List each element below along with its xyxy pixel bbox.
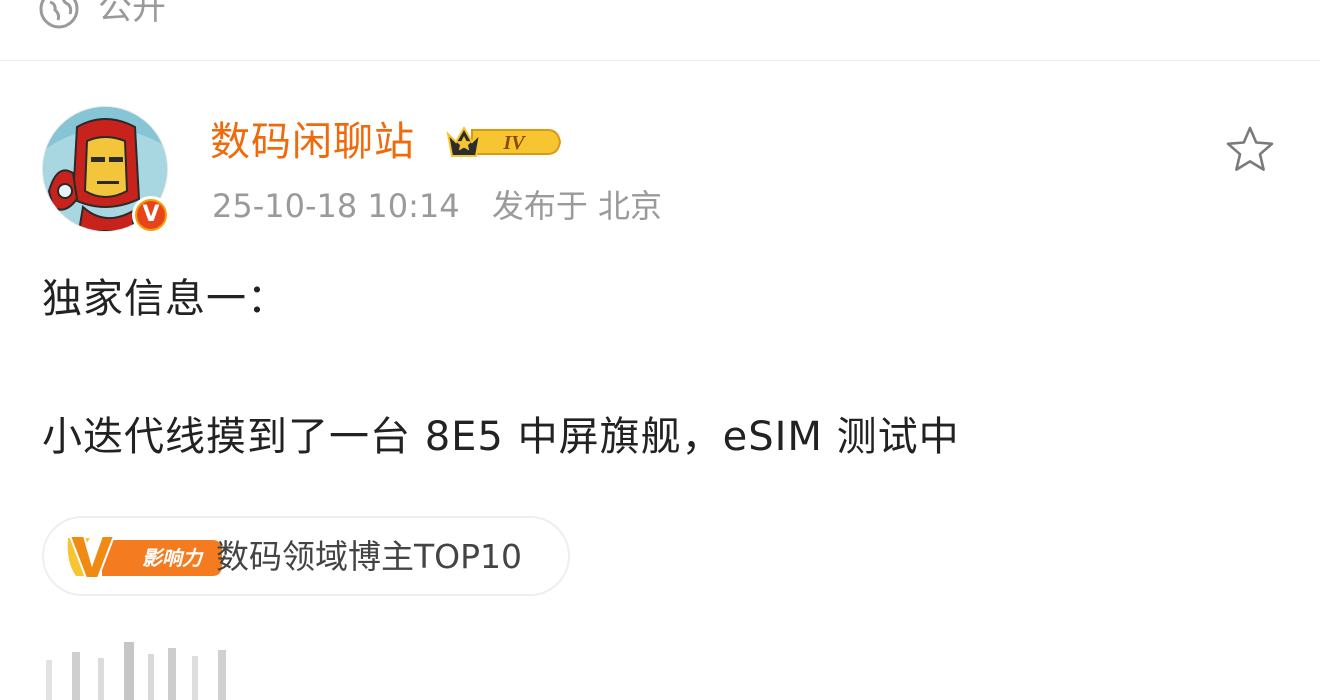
visibility-bar: 公开 bbox=[0, 0, 1320, 61]
author-name[interactable]: 数码闲聊站 bbox=[210, 116, 415, 168]
star-outline-icon[interactable] bbox=[1224, 124, 1276, 174]
influence-badge-text: 影响力 bbox=[142, 546, 204, 570]
influence-tag[interactable]: 影响力 数码领域博主TOP10 bbox=[42, 516, 570, 596]
post-location: 发布于 北京 bbox=[491, 187, 662, 225]
post-text-line-2: 小迭代线摸到了一台 8E5 中屏旗舰，eSIM 测试中 bbox=[42, 414, 960, 460]
crown-level-badge-icon[interactable]: IV bbox=[442, 120, 564, 164]
verified-mark: V bbox=[137, 201, 165, 229]
author-avatar[interactable]: V bbox=[42, 106, 170, 234]
verified-badge-icon: V bbox=[132, 196, 170, 234]
influence-label: 数码领域博主TOP10 bbox=[216, 537, 523, 576]
visibility-label: 公开 bbox=[98, 0, 166, 28]
weibo-post-screen: 公开 V 数码闲聊站 IV 25-10-18 10:14 发布于 北京 独家信息… bbox=[0, 0, 1320, 700]
post-text-line-1: 独家信息一： bbox=[42, 276, 288, 322]
level-text: IV bbox=[502, 132, 526, 154]
globe-icon bbox=[39, 0, 79, 29]
post-meta: 25-10-18 10:14 发布于 北京 bbox=[212, 184, 662, 228]
post-timestamp: 25-10-18 10:14 bbox=[212, 187, 460, 225]
blurred-image-fragment bbox=[46, 642, 226, 700]
